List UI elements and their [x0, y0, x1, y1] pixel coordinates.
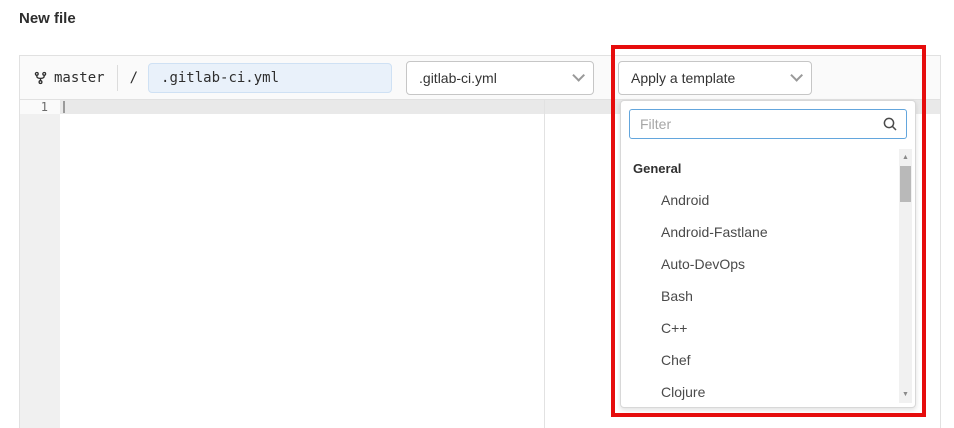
template-option-bash[interactable]: Bash	[621, 280, 915, 312]
editor-print-margin	[544, 100, 545, 428]
file-type-select-value: .gitlab-ci.yml	[419, 70, 497, 86]
template-option-cpp[interactable]: C++	[621, 312, 915, 344]
branch-name: master	[54, 70, 105, 86]
file-type-select[interactable]: .gitlab-ci.yml	[406, 61, 594, 95]
template-option-auto-devops[interactable]: Auto-DevOps	[621, 248, 915, 280]
file-toolbar: master / .gitlab-ci.yml Apply a template	[20, 56, 940, 100]
filter-input[interactable]	[629, 109, 907, 139]
template-option-android[interactable]: Android	[621, 184, 915, 216]
template-dropdown-panel: General Android Android-Fastlane Auto-De…	[620, 100, 916, 408]
filename-input[interactable]	[148, 63, 392, 93]
dropdown-scrollbar[interactable]: ▲ ▼	[899, 149, 912, 403]
apply-template-select[interactable]: Apply a template	[618, 61, 812, 95]
apply-template-select-value: Apply a template	[631, 70, 735, 86]
scrollbar-down-arrow-icon[interactable]: ▼	[899, 388, 912, 401]
scrollbar-up-arrow-icon[interactable]: ▲	[899, 151, 912, 164]
git-branch-icon	[34, 71, 47, 85]
editor-cursor	[63, 101, 65, 113]
template-option-chef[interactable]: Chef	[621, 344, 915, 376]
toolbar-divider	[117, 65, 118, 91]
filter-wrapper	[629, 109, 907, 139]
template-option-android-fastlane[interactable]: Android-Fastlane	[621, 216, 915, 248]
template-group-label: General	[621, 155, 915, 184]
page-title: New file	[19, 10, 76, 27]
editor-gutter	[20, 100, 60, 428]
branch-selector: master	[34, 70, 105, 86]
search-icon	[882, 116, 898, 132]
chevron-down-icon	[790, 69, 803, 82]
template-option-clojure[interactable]: Clojure	[621, 376, 915, 408]
line-number: 1	[20, 100, 60, 114]
scrollbar-thumb[interactable]	[900, 166, 911, 202]
chevron-down-icon	[572, 69, 585, 82]
template-list: General Android Android-Fastlane Auto-De…	[621, 147, 915, 408]
path-separator: /	[130, 70, 138, 86]
